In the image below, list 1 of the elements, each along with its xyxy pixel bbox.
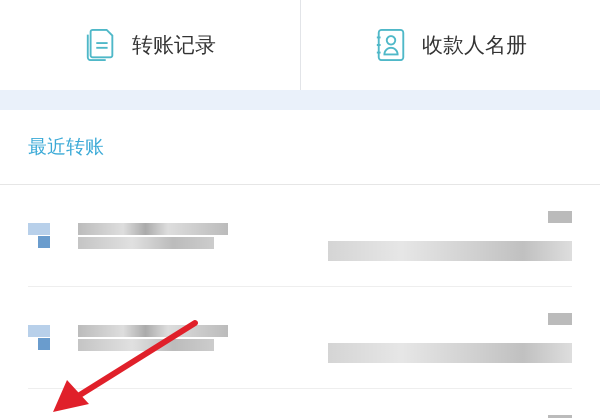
section-title: 最近转账	[28, 135, 104, 160]
